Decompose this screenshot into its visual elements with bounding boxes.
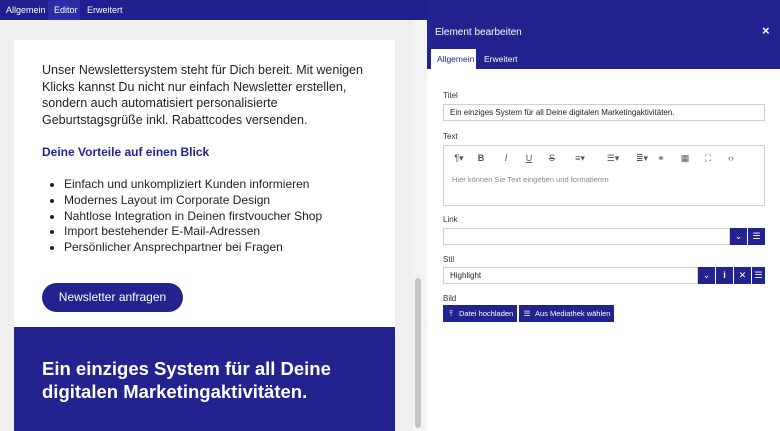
clear-icon[interactable]: ✕ <box>734 267 751 284</box>
edit-element-panel: Element bearbeiten × Allgemein Erweitert… <box>427 0 780 431</box>
link-label: Link <box>443 215 458 224</box>
unordered-list-icon[interactable]: ☰▾ <box>601 152 625 164</box>
text-placeholder: Hier können Sie Text eingeben und format… <box>452 175 609 184</box>
fullscreen-icon[interactable]: ⛶ <box>701 152 715 164</box>
ordered-list-icon[interactable]: ≡▾ <box>568 152 592 164</box>
panel-tab-erweitert[interactable]: Erweitert <box>478 49 524 69</box>
media-library-button[interactable]: ☰ Aus Mediathek wählen <box>519 305 614 322</box>
benefits-heading: Deine Vorteile auf einen Blick <box>42 145 210 159</box>
menu-icon[interactable]: ☰ <box>752 267 765 284</box>
tab-erweitert[interactable]: Erweitert <box>81 0 125 20</box>
title-label: Titel <box>443 91 458 100</box>
link-icon[interactable]: ⚭ <box>654 152 668 164</box>
list-icon: ☰ <box>523 309 531 318</box>
style-label: Stil <box>443 255 455 264</box>
title-field[interactable]: Ein einziges System für all Deine digita… <box>443 104 765 121</box>
style-select[interactable]: Highlight <box>443 267 698 284</box>
bold-icon[interactable]: B <box>475 152 487 164</box>
list-item: Nahtlose Integration in Deinen firstvouc… <box>42 209 322 225</box>
chevron-down-icon[interactable]: ⌄ <box>698 267 715 284</box>
upload-file-label: Datei hochladen <box>459 309 514 318</box>
align-icon[interactable]: ≣▾ <box>630 152 654 164</box>
link-field[interactable] <box>443 228 730 245</box>
upload-icon: ⤒ <box>449 309 453 318</box>
banner-heading: Ein einziges System für all Deine digita… <box>42 358 331 402</box>
chevron-down-icon[interactable]: ⌄ <box>730 228 747 245</box>
upload-file-button[interactable]: ⤒ Datei hochladen <box>443 305 517 322</box>
text-label: Text <box>443 132 458 141</box>
code-view-icon[interactable]: ‹› <box>724 152 738 164</box>
table-icon[interactable]: ▦ <box>678 152 692 164</box>
scrollbar-thumb[interactable] <box>415 278 421 428</box>
image-label: Bild <box>443 294 457 303</box>
editor-toolbar: ¶▾ B I U S ≡▾ ☰▾ ≣▾ ⚭ ▦ ⛶ ‹› <box>444 146 764 170</box>
list-item: Persönlicher Ansprechpartner bei Fragen <box>42 240 322 256</box>
highlight-banner[interactable]: Ein einziges System für all Deine digita… <box>14 327 395 431</box>
close-icon[interactable]: × <box>762 24 770 38</box>
tab-allgemein[interactable]: Allgemein <box>0 0 46 20</box>
newsletter-request-button[interactable]: Newsletter anfragen <box>42 283 183 312</box>
panel-title: Element bearbeiten <box>435 27 522 38</box>
underline-icon[interactable]: U <box>523 152 535 164</box>
canvas-scrollbar[interactable] <box>413 20 427 431</box>
list-item: Modernes Layout im Corporate Design <box>42 193 322 209</box>
tab-editor[interactable]: Editor <box>48 0 80 20</box>
menu-icon[interactable]: ☰ <box>748 228 765 245</box>
benefits-list: Einfach und unkompliziert Kunden informi… <box>42 177 322 256</box>
paragraph-icon[interactable]: ¶▾ <box>450 152 468 164</box>
strikethrough-icon[interactable]: S <box>546 152 558 164</box>
newsletter-content-block[interactable]: Unser Newslettersystem steht für Dich be… <box>14 40 395 347</box>
info-icon[interactable]: i <box>716 267 733 284</box>
panel-header: Element bearbeiten × Allgemein Erweitert <box>427 0 780 69</box>
intro-paragraph: Unser Newslettersystem steht für Dich be… <box>42 63 363 127</box>
list-item: Einfach und unkompliziert Kunden informi… <box>42 177 322 193</box>
rich-text-editor[interactable]: ¶▾ B I U S ≡▾ ☰▾ ≣▾ ⚭ ▦ ⛶ ‹› Hier können… <box>443 145 765 206</box>
panel-tab-allgemein[interactable]: Allgemein <box>431 49 476 69</box>
italic-icon[interactable]: I <box>500 152 512 164</box>
list-item: Import bestehender E-Mail-Adressen <box>42 224 322 240</box>
media-library-label: Aus Mediathek wählen <box>535 309 611 318</box>
